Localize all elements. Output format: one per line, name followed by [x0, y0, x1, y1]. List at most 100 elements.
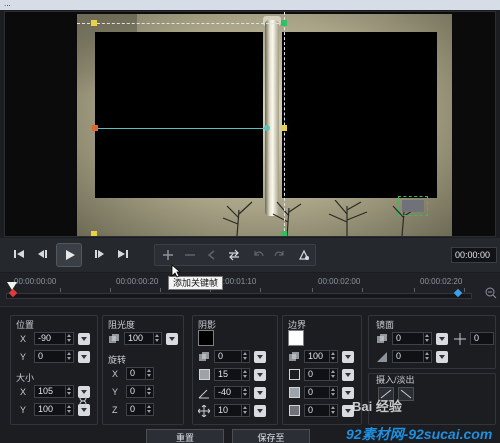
- zoom-out-icon[interactable]: [485, 287, 497, 299]
- opacity-input[interactable]: 100: [124, 332, 162, 345]
- position-y-input[interactable]: 0: [34, 350, 74, 363]
- spin-arrows[interactable]: [65, 386, 72, 397]
- resize-handle-bottom-left[interactable]: [91, 231, 97, 236]
- mirror-opacity-input[interactable]: 0: [392, 332, 432, 345]
- reverse-keyframe-button[interactable]: [225, 249, 243, 263]
- reset-keyframe-button[interactable]: [295, 249, 313, 263]
- mirror-offset-input[interactable]: 0: [470, 332, 494, 345]
- swap-arrows-icon: [229, 249, 239, 261]
- spin-arrows[interactable]: [329, 405, 336, 416]
- border-opacity-dropdown[interactable]: [342, 351, 354, 363]
- book-page-left: [95, 32, 263, 198]
- rotation-z-input[interactable]: 0: [126, 403, 154, 416]
- mirror-opacity-dropdown[interactable]: [436, 333, 448, 345]
- rotation-x-value: 0: [130, 368, 136, 378]
- play-icon: [66, 250, 75, 260]
- spin-arrows[interactable]: [241, 351, 248, 362]
- center-handle[interactable]: [264, 125, 270, 131]
- border-width-input[interactable]: 0: [304, 368, 338, 381]
- spin-arrows[interactable]: [153, 333, 160, 344]
- shadow-angle-value: -40: [218, 387, 232, 397]
- resize-handle-top-right[interactable]: [281, 20, 287, 26]
- spin-arrows[interactable]: [65, 351, 72, 362]
- position-y-dropdown[interactable]: [78, 351, 90, 363]
- ruler-time: 00:00:00:00: [14, 277, 57, 286]
- spin-arrows[interactable]: [145, 386, 152, 397]
- remove-keyframe-button[interactable]: [181, 249, 199, 263]
- axis-x-label: X: [20, 334, 27, 344]
- shadow-angle-dropdown[interactable]: [254, 387, 266, 399]
- spin-arrows[interactable]: [423, 351, 430, 362]
- add-keyframe-button[interactable]: [159, 249, 177, 263]
- link-ratio-icon[interactable]: [78, 394, 88, 408]
- spin-arrows[interactable]: [145, 368, 152, 379]
- rotation-y-input[interactable]: 0: [126, 385, 154, 398]
- spin-arrows[interactable]: [329, 387, 336, 398]
- shadow-opacity-input[interactable]: 0: [214, 350, 250, 363]
- border-corner-input[interactable]: 0: [304, 404, 338, 417]
- add-keyframe-icon: [163, 250, 173, 260]
- center-guide-line: [95, 128, 267, 129]
- spin-arrows[interactable]: [329, 369, 336, 380]
- position-x-input[interactable]: -90: [34, 332, 74, 345]
- next-frame-button[interactable]: [94, 248, 108, 262]
- size-y-input[interactable]: 100: [34, 403, 74, 416]
- opacity-dropdown[interactable]: [166, 333, 178, 345]
- resize-handle-left[interactable]: [92, 125, 98, 131]
- spin-arrows[interactable]: [329, 351, 336, 362]
- border-color-swatch[interactable]: [288, 330, 304, 346]
- keyframe-prev-icon: [207, 250, 215, 260]
- go-to-start-button[interactable]: [12, 248, 26, 262]
- fade-label: 摄入/淡出: [376, 375, 415, 385]
- undo-button[interactable]: [249, 249, 267, 263]
- overlay-object[interactable]: [398, 196, 428, 216]
- resize-handle-top-left[interactable]: [91, 20, 97, 26]
- spin-arrows[interactable]: [241, 369, 248, 380]
- opacity-icon: [109, 334, 119, 343]
- play-button[interactable]: [56, 243, 82, 267]
- spin-arrows[interactable]: [65, 404, 72, 415]
- preview-canvas[interactable]: [4, 11, 496, 237]
- spin-arrows[interactable]: [423, 333, 430, 344]
- shadow-blur-dropdown[interactable]: [254, 369, 266, 381]
- mirror-opacity-icon: [377, 334, 387, 343]
- border-width-dropdown[interactable]: [342, 369, 354, 381]
- spin-arrows[interactable]: [145, 404, 152, 415]
- spin-arrows[interactable]: [65, 333, 72, 344]
- shadow-blur-value: 15: [218, 369, 229, 379]
- ruler-time: 00:00:00:20: [116, 277, 159, 286]
- save-as-button[interactable]: 保存至: [232, 429, 310, 443]
- opacity-value: 100: [128, 333, 144, 343]
- border-width-value: 0: [308, 369, 314, 379]
- previous-frame-button[interactable]: [34, 248, 48, 262]
- position-x-dropdown[interactable]: [78, 333, 90, 345]
- shadow-distance-input[interactable]: 10: [214, 404, 250, 417]
- spin-arrows[interactable]: [241, 387, 248, 398]
- border-opacity-icon: [289, 352, 299, 361]
- axis-y-label: Y: [20, 352, 27, 362]
- shadow-color-swatch[interactable]: [198, 330, 214, 346]
- shadow-blur-input[interactable]: 15: [214, 368, 250, 381]
- shadow-blur-icon: [199, 369, 210, 380]
- shadow-distance-dropdown[interactable]: [254, 405, 266, 417]
- spin-arrows[interactable]: [241, 405, 248, 416]
- keyframe-track[interactable]: [6, 293, 472, 299]
- resize-handle-right[interactable]: [281, 125, 287, 131]
- border-opacity-input[interactable]: 100: [304, 350, 338, 363]
- shadow-angle-input[interactable]: -40: [214, 386, 250, 399]
- axis-x-label: X: [112, 369, 119, 379]
- go-to-end-button[interactable]: [116, 248, 130, 262]
- rotation-x-input[interactable]: 0: [126, 367, 154, 380]
- mirror-fade-dropdown[interactable]: [436, 351, 448, 363]
- size-x-input[interactable]: 105: [34, 385, 74, 398]
- redo-button[interactable]: [271, 249, 289, 263]
- previous-keyframe-button[interactable]: [203, 249, 221, 263]
- shadow-opacity-dropdown[interactable]: [254, 351, 266, 363]
- mirror-fade-input[interactable]: 0: [392, 350, 432, 363]
- resize-handle-bottom-right[interactable]: [281, 231, 287, 236]
- timecode-display[interactable]: 00:00:00: [451, 247, 497, 263]
- border-blur-input[interactable]: 0: [304, 386, 338, 399]
- baidu-watermark: Bai 经验: [352, 399, 402, 414]
- timeline-ruler[interactable]: 00:00:00:00 00:00:00:20 00:00:01:10 00:0…: [0, 273, 500, 305]
- reset-button[interactable]: 重置: [146, 429, 224, 443]
